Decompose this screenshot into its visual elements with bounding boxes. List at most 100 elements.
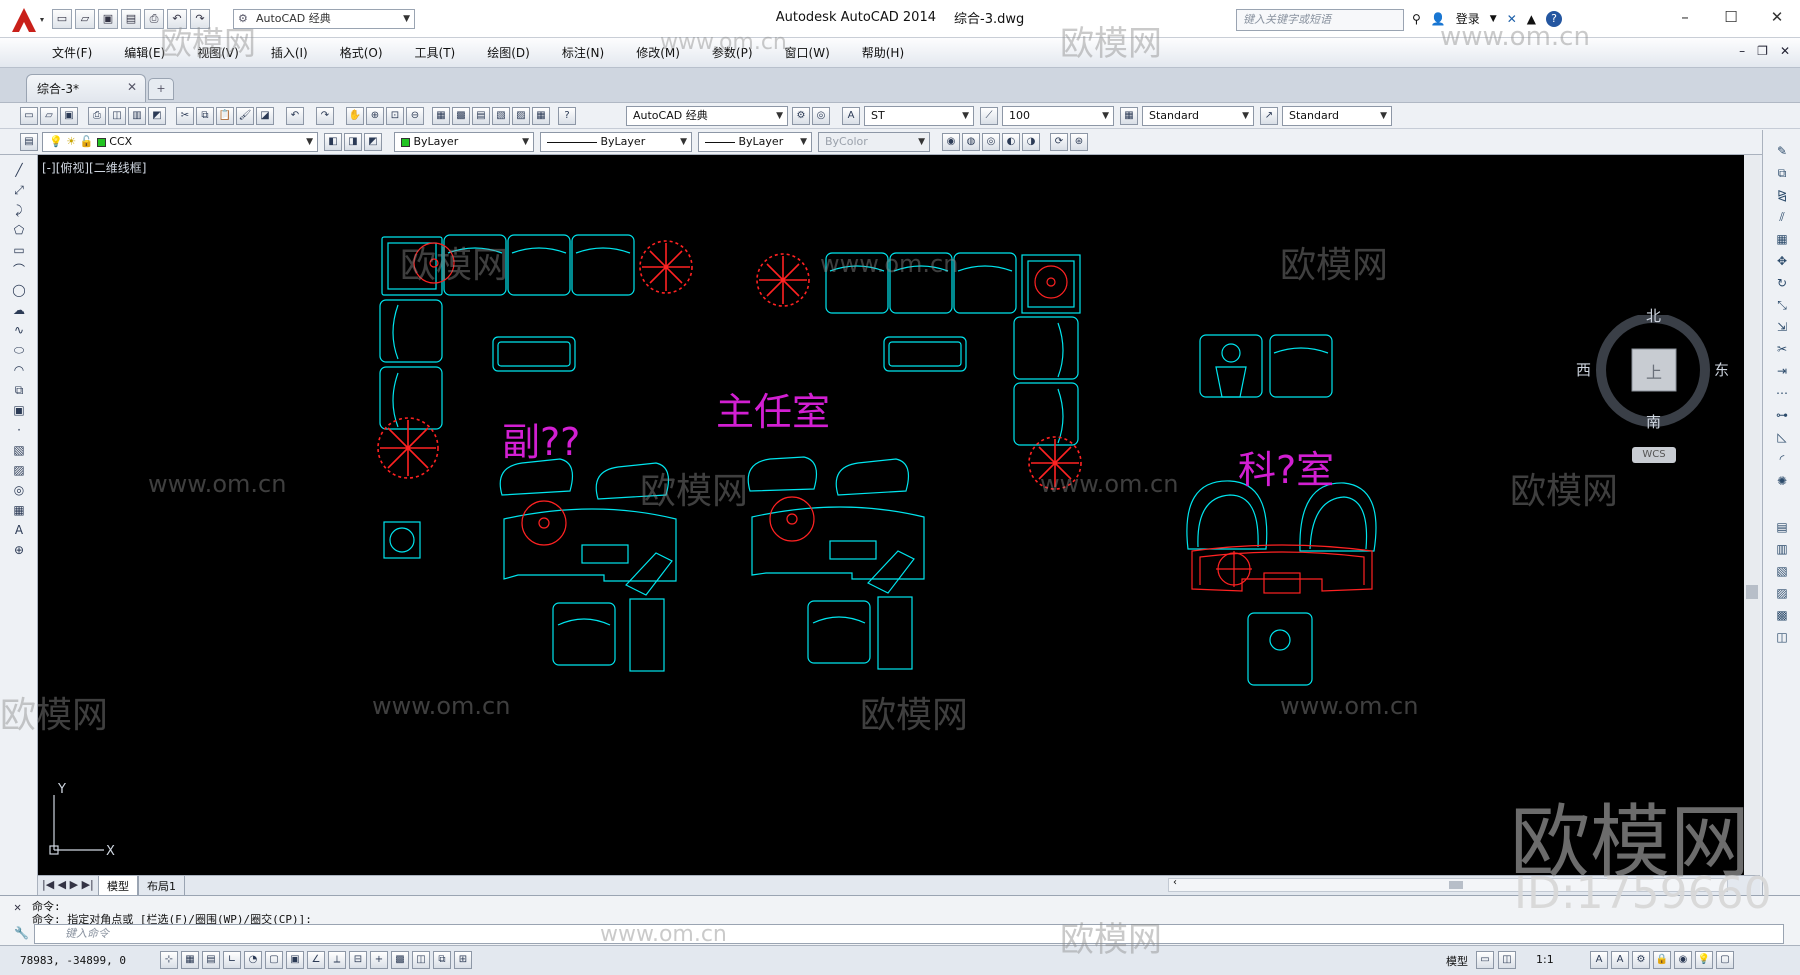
ducs-icon[interactable]: ⟂ [328,951,346,969]
user-icon[interactable]: 👤 [1431,12,1446,26]
transparency-icon[interactable]: ▩ [391,951,409,969]
color-combo[interactable]: ByLayer ▼ [394,132,534,152]
save-as-icon[interactable]: ▤ [121,9,141,29]
wrench-icon[interactable]: 🔧 [14,926,29,940]
trim-icon[interactable]: ✂ [1773,340,1791,358]
menu-format[interactable]: 格式(O) [332,42,391,63]
text-style-icon[interactable]: A [842,107,860,125]
tab-nav-arrows[interactable]: |◀ ◀ ▶ ▶| [42,878,94,891]
multiline-text-icon[interactable]: A [10,521,28,539]
ellipse-arc-icon[interactable]: ◠ [10,361,28,379]
qnew-icon[interactable]: ▭ [20,107,38,125]
sheet-set-icon[interactable]: ▧ [492,107,510,125]
save-icon[interactable]: ▣ [98,9,118,29]
viewcube-east[interactable]: 东 [1714,359,1729,380]
new-tab-button[interactable]: + [148,78,174,100]
workspace-combo[interactable]: AutoCAD 经典 ▼ [626,106,788,126]
menu-file[interactable]: 文件(F) [44,42,100,63]
scroll-thumb[interactable] [1746,585,1758,599]
erase-icon[interactable]: ✎ [1773,142,1791,160]
file-tab[interactable]: 综合-3* ✕ [26,74,146,102]
stretch-icon[interactable]: ⇲ [1773,318,1791,336]
multileader-style-icon[interactable]: ↗ [1260,107,1278,125]
polar-tracking-icon[interactable]: ◔ [244,951,262,969]
table-style-icon[interactable]: ▦ [1120,107,1138,125]
doc-minimize-button[interactable]: – [1739,44,1745,58]
revision-cloud-icon[interactable]: ☁ [10,301,28,319]
doc-restore-button[interactable]: ❐ [1757,44,1768,58]
navigation-icon[interactable]: ⊛ [1070,133,1088,151]
quick-view-drawings-icon[interactable]: ◫ [1498,951,1516,969]
table-icon[interactable]: ▦ [10,501,28,519]
workspace-switcher[interactable]: ⚙ AutoCAD 经典 ▼ [233,9,415,29]
offset-icon[interactable]: ⫽ [1773,208,1791,226]
preview-icon[interactable]: ◫ [108,107,126,125]
infer-constraints-icon[interactable]: ⊹ [160,951,178,969]
zoom-window-icon[interactable]: ⊡ [386,107,404,125]
viewcube[interactable]: 北 南 西 东 上 WCS [1576,307,1729,485]
help-icon[interactable]: ? [558,107,576,125]
help-icon[interactable]: ? [1545,10,1562,27]
shaded-icon[interactable]: ◑ [1022,133,1040,151]
lineweight-icon[interactable]: + [370,951,388,969]
point-icon[interactable]: · [10,421,28,439]
workspace-switching-icon[interactable]: ⚙ [1632,951,1650,969]
copy-icon[interactable]: ⧉ [196,107,214,125]
array-icon[interactable]: ▦ [1773,230,1791,248]
gradient-icon[interactable]: ▨ [10,461,28,479]
properties-icon[interactable]: ▦ [432,107,450,125]
quick-view-layouts-icon[interactable]: ▭ [1476,951,1494,969]
workspace-settings-icon[interactable]: ⚙ [792,107,810,125]
join-icon[interactable]: ⊶ [1773,406,1791,424]
hardware-acceleration-icon[interactable]: ◉ [1674,951,1692,969]
menu-dimension[interactable]: 标注(N) [554,42,612,63]
viewcube-top-face[interactable]: 上 [1646,359,1662,383]
scroll-thumb[interactable] [1449,881,1463,889]
menu-insert[interactable]: 插入(I) [263,42,316,63]
make-current-icon[interactable]: ◧ [324,133,342,151]
workspace-save-icon[interactable]: ◎ [812,107,830,125]
save-icon[interactable]: ▣ [60,107,78,125]
plotstyle-combo[interactable]: ByColor ▼ [818,132,930,152]
open-icon[interactable]: ▱ [40,107,58,125]
tab-model[interactable]: 模型 [98,876,138,897]
close-icon[interactable]: ✕ [127,80,137,94]
snap-mode-icon[interactable]: ▦ [181,951,199,969]
text-front-icon[interactable]: ▨ [1773,584,1791,602]
visual-style-icon[interactable]: ◉ [942,133,960,151]
close-icon[interactable]: ✕ [14,900,21,914]
menu-modify[interactable]: 修改(M) [628,42,688,63]
design-center-icon[interactable]: ▩ [452,107,470,125]
close-button[interactable]: ✕ [1754,0,1800,34]
scale-icon[interactable]: ⤡ [1773,296,1791,314]
pan-icon[interactable]: ✋ [346,107,364,125]
menu-tools[interactable]: 工具(T) [407,42,464,63]
hidden-icon[interactable]: ◍ [962,133,980,151]
region-icon[interactable]: ◎ [10,481,28,499]
construction-line-icon[interactable]: ⤢ [10,181,28,199]
quick-properties-icon[interactable]: ◫ [412,951,430,969]
line-icon[interactable]: ╱ [10,161,28,179]
draworder-icon[interactable]: ▤ [1773,518,1791,536]
annotation-monitor-icon[interactable]: ⊞ [454,951,472,969]
3d-orbit-icon[interactable]: ⟳ [1050,133,1068,151]
3d-print-icon[interactable]: ◩ [148,107,166,125]
plot-icon[interactable]: ⎙ [144,9,164,29]
text-style-combo[interactable]: ST ▼ [864,106,974,126]
object-snap-icon[interactable]: ▢ [265,951,283,969]
arc-icon[interactable]: ⌒ [10,261,28,279]
circle-icon[interactable]: ◯ [10,281,28,299]
menu-window[interactable]: 窗口(W) [777,42,838,63]
mirror-icon[interactable]: ⧎ [1773,186,1791,204]
match-properties-icon[interactable]: 🖌 [236,107,254,125]
spline-icon[interactable]: ∿ [10,321,28,339]
polyline-icon[interactable]: ⤸ [10,201,28,219]
break-icon[interactable]: ⋯ [1773,384,1791,402]
clean-screen-icon[interactable]: ▢ [1716,951,1734,969]
layer-state-icon[interactable]: ◩ [364,133,382,151]
lineweight-combo[interactable]: ByLayer ▼ [698,132,812,152]
layer-manager-icon[interactable]: ▤ [20,133,38,151]
tool-palettes-icon[interactable]: ▤ [472,107,490,125]
menu-help[interactable]: 帮助(H) [854,42,912,63]
layer-previous-icon[interactable]: ◨ [344,133,362,151]
